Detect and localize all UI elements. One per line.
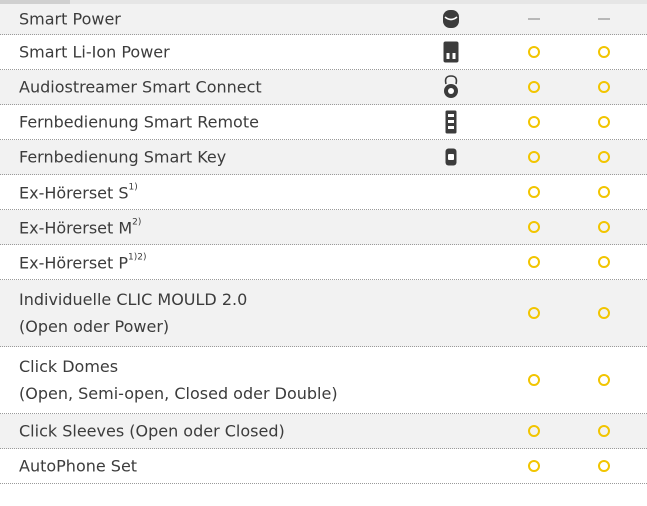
battery-pack-icon [441, 7, 461, 31]
table-row: Audiostreamer Smart Connect [0, 70, 647, 105]
table-row: Click Sleeves (Open oder Closed) [0, 414, 647, 449]
availability-col1 [527, 459, 541, 473]
accessories-table: Smart Power Smart Li-Ion Power Audiostre… [0, 4, 647, 484]
availability-col2 [597, 115, 611, 129]
availability-col2 [597, 45, 611, 59]
accessory-name: Ex-Hörerset M2) [19, 217, 142, 238]
table-row: Ex-Hörerset M2) [0, 210, 647, 245]
table-row: Individuelle CLIC MOULD 2.0 (Open oder Po… [0, 280, 647, 347]
accessory-name: Click Sleeves (Open oder Closed) [19, 421, 285, 441]
footnote-mark: 2) [132, 217, 142, 228]
availability-col1 [527, 424, 541, 438]
table-row: Fernbedienung Smart Remote [0, 105, 647, 140]
availability-col1 [527, 373, 541, 387]
accessory-name: Audiostreamer Smart Connect [19, 77, 262, 97]
availability-col1 [527, 80, 541, 94]
table-row: Smart Li-Ion Power [0, 35, 647, 70]
table-row: Click Domes (Open, Semi-open, Closed oder… [0, 347, 647, 414]
table-row: Smart Power [0, 4, 647, 35]
accessory-name: Smart Power [19, 9, 121, 29]
availability-col2 [597, 373, 611, 387]
table-row: Ex-Hörerset P1)2) [0, 245, 647, 280]
availability-col2 [597, 459, 611, 473]
availability-col1 [527, 185, 541, 199]
accessory-name: Fernbedienung Smart Key [19, 147, 227, 167]
li-ion-battery-icon [441, 40, 461, 64]
availability-col2 [597, 424, 611, 438]
availability-col1 [527, 12, 541, 26]
footnote-mark: 1)2) [128, 252, 147, 263]
availability-col1 [527, 115, 541, 129]
remote-control-icon [441, 110, 461, 134]
availability-col2 [597, 185, 611, 199]
footnote-mark: 1) [128, 182, 138, 193]
key-remote-icon [441, 145, 461, 169]
availability-col2 [597, 306, 611, 320]
accessory-name: AutoPhone Set [19, 456, 138, 476]
accessory-name: Individuelle CLIC MOULD 2.0 (Open oder Po… [19, 290, 248, 336]
table-row: AutoPhone Set [0, 449, 647, 484]
availability-col2 [597, 12, 611, 26]
availability-col1 [527, 255, 541, 269]
table-row: Fernbedienung Smart Key [0, 140, 647, 175]
accessory-name: Click Domes (Open, Semi-open, Closed oder… [19, 357, 338, 403]
table-row: Ex-Hörerset S1) [0, 175, 647, 210]
accessory-name: Smart Li-Ion Power [19, 42, 170, 62]
accessory-name: Fernbedienung Smart Remote [19, 112, 259, 132]
availability-col2 [597, 255, 611, 269]
availability-col2 [597, 80, 611, 94]
accessory-name: Ex-Hörerset S1) [19, 182, 138, 203]
availability-col1 [527, 306, 541, 320]
availability-col2 [597, 150, 611, 164]
neck-loop-streamer-icon [441, 75, 461, 99]
availability-col1 [527, 220, 541, 234]
availability-col2 [597, 220, 611, 234]
availability-col1 [527, 45, 541, 59]
accessory-name: Ex-Hörerset P1)2) [19, 252, 147, 273]
availability-col1 [527, 150, 541, 164]
